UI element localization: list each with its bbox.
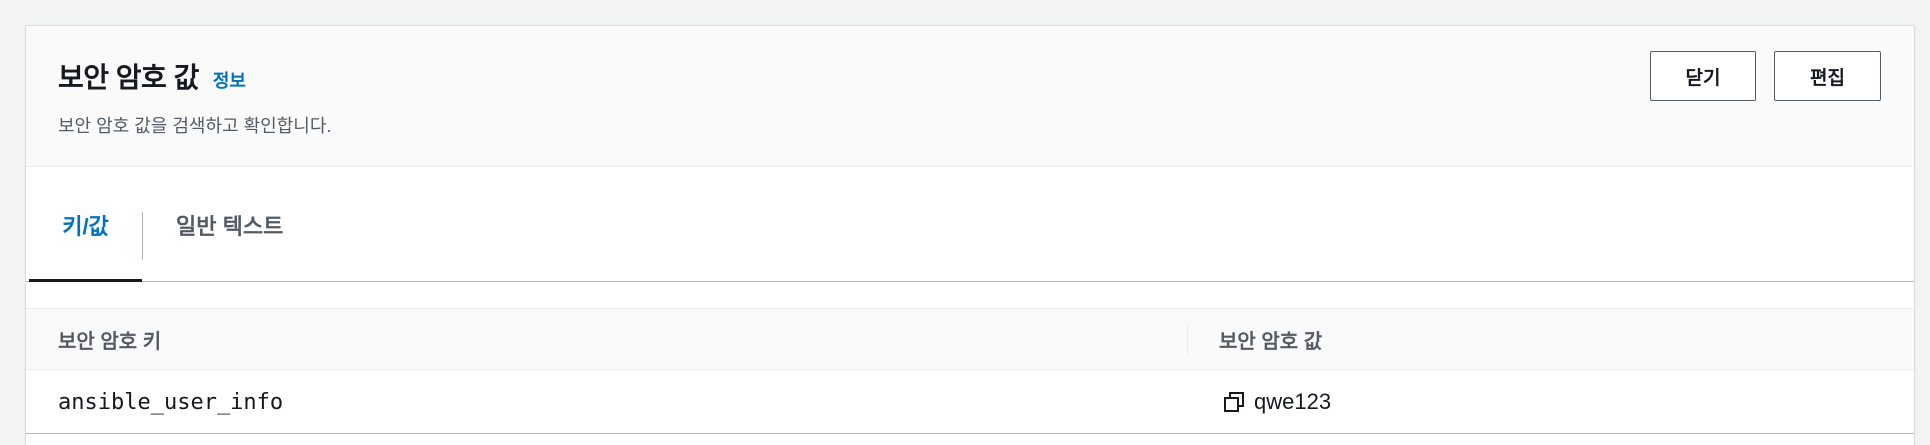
title-row: 보안 암호 값 정보 xyxy=(58,56,246,96)
table-row: ansible_user_info qwe123 xyxy=(26,370,1914,434)
secret-key-cell: ansible_user_info xyxy=(58,389,284,415)
tab-list: 키/값 일반 텍스트 xyxy=(26,168,1914,282)
tab-plaintext[interactable]: 일반 텍스트 xyxy=(143,168,311,281)
info-link[interactable]: 정보 xyxy=(213,67,246,93)
panel-header: 보안 암호 값 정보 보안 암호 값을 검색하고 확인합니다. 닫기 편집 xyxy=(26,26,1914,167)
secret-value-text: qwe123 xyxy=(1254,389,1332,414)
table-header: 보안 암호 키 보안 암호 값 xyxy=(26,308,1914,370)
column-header-secret-value: 보안 암호 값 xyxy=(1219,330,1323,353)
secret-table: 보안 암호 키 보안 암호 값 ansible_user_info qwe123 xyxy=(26,282,1914,434)
secret-value-panel: 보안 암호 값 정보 보안 암호 값을 검색하고 확인합니다. 닫기 편집 키/… xyxy=(25,25,1915,445)
secret-value-cell: qwe123 xyxy=(1222,370,1331,434)
edit-button[interactable]: 편집 xyxy=(1774,51,1881,101)
column-header-secret-key: 보안 암호 키 xyxy=(58,330,162,353)
page-description: 보안 암호 값을 검색하고 확인합니다. xyxy=(58,116,332,136)
column-divider[interactable] xyxy=(1187,323,1188,355)
close-button[interactable]: 닫기 xyxy=(1650,51,1756,101)
copy-icon[interactable] xyxy=(1222,390,1246,414)
page-title: 보안 암호 값 xyxy=(58,62,199,93)
tab-key-value[interactable]: 키/값 xyxy=(29,168,142,282)
